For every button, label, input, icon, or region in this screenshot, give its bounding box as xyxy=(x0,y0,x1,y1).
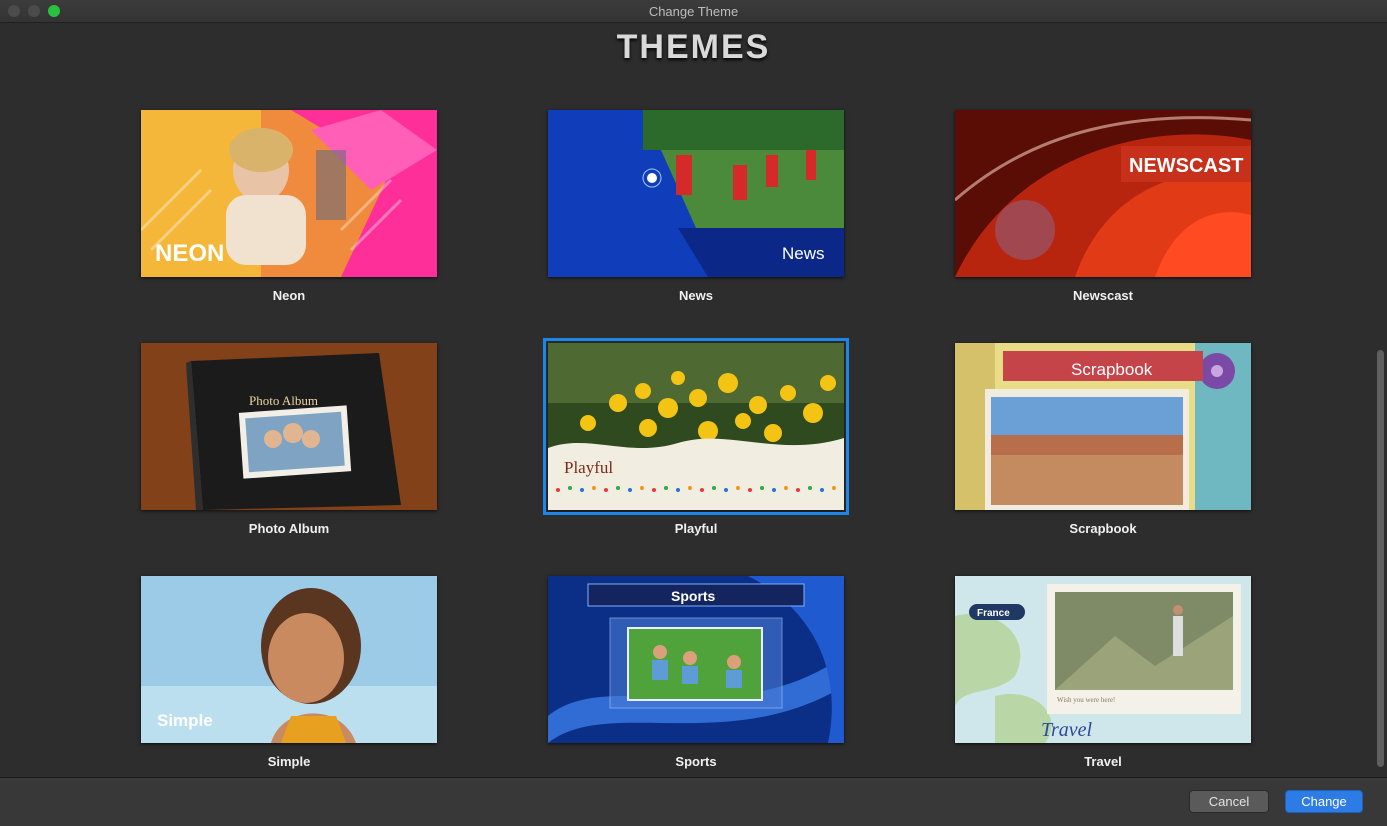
theme-label-scrapbook: Scrapbook xyxy=(1069,521,1137,536)
theme-tile-playful[interactable]: Playful Playful xyxy=(543,338,849,536)
theme-thumbnail-newscast: NEWSCAST xyxy=(955,110,1251,277)
theme-label-simple: Simple xyxy=(267,754,311,769)
neon-overlay-text: NEON xyxy=(155,240,224,267)
travel-overlay-text: Travel xyxy=(1041,719,1093,741)
theme-thumbnail-news: News xyxy=(548,110,844,277)
theme-label-photo-album: Photo Album xyxy=(248,521,330,536)
theme-tile-simple[interactable]: Simple Simple xyxy=(141,576,437,769)
theme-tile-newscast[interactable]: NEWSCAST Newscast xyxy=(955,110,1251,303)
theme-label-news: News xyxy=(679,288,713,303)
theme-tile-photo-album[interactable]: Photo Album Photo Album xyxy=(141,343,437,536)
theme-label-playful: Playful xyxy=(674,521,718,536)
newscast-overlay-text: NEWSCAST xyxy=(1129,155,1243,177)
news-overlay-text: News xyxy=(782,244,825,263)
theme-label-newscast: Newscast xyxy=(1073,288,1133,303)
theme-thumbnail-sports: Sports xyxy=(548,576,844,743)
title-bar: Change Theme xyxy=(0,0,1387,23)
scrapbook-overlay-text: Scrapbook xyxy=(1071,360,1153,379)
theme-thumbnail-playful: Playful xyxy=(543,338,849,515)
theme-thumbnail-simple: Simple xyxy=(141,576,437,743)
theme-thumbnail-scrapbook: Scrapbook xyxy=(955,343,1251,510)
window-title: Change Theme xyxy=(648,4,739,19)
theme-label-sports: Sports xyxy=(675,754,717,769)
theme-thumbnail-travel: France Wish you were here! Travel xyxy=(955,576,1251,743)
theme-label-neon: Neon xyxy=(272,288,306,303)
theme-tile-scrapbook[interactable]: Scrapbook Scrapbook xyxy=(955,343,1251,536)
cancel-button[interactable]: Cancel xyxy=(1189,790,1269,813)
vertical-scrollbar[interactable] xyxy=(1377,350,1384,767)
travel-postcard-text: Wish you were here! xyxy=(1057,696,1115,704)
theme-label-travel: Travel xyxy=(1084,754,1122,769)
sports-overlay-text: Sports xyxy=(671,588,716,604)
photo-album-overlay-text: Photo Album xyxy=(249,393,318,408)
theme-thumbnail-photo-album: Photo Album xyxy=(141,343,437,510)
bottom-bar xyxy=(0,777,1387,826)
themes-heading: THEMES xyxy=(616,28,771,66)
theme-tile-neon[interactable]: NEON Neon xyxy=(141,110,437,303)
change-button[interactable]: Change xyxy=(1285,790,1363,813)
theme-tile-travel[interactable]: France Wish you were here! Travel Travel xyxy=(955,576,1251,769)
playful-overlay-text: Playful xyxy=(564,458,613,477)
theme-tile-news[interactable]: News News xyxy=(548,110,844,303)
travel-tag-text: France xyxy=(977,608,1010,619)
theme-tile-sports[interactable]: Sports Sports xyxy=(548,576,844,769)
theme-thumbnail-neon: NEON xyxy=(141,110,437,277)
simple-overlay-text: Simple xyxy=(157,711,213,730)
